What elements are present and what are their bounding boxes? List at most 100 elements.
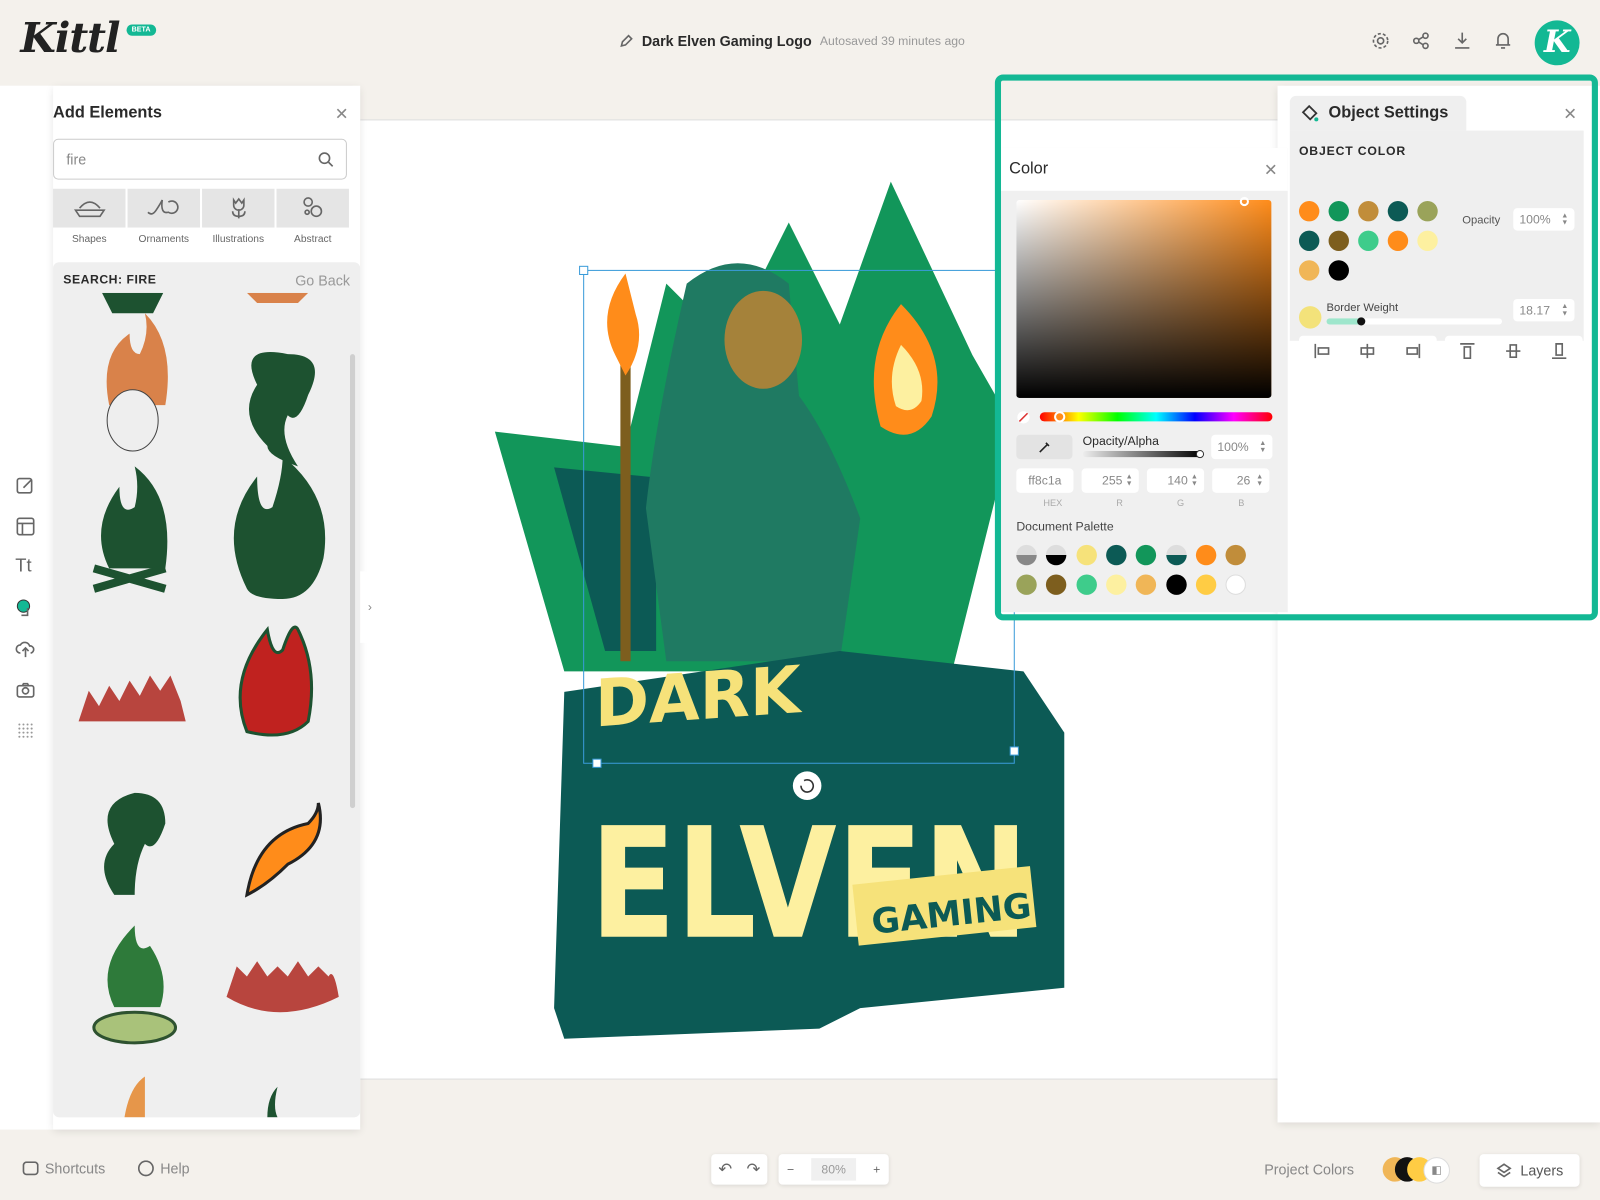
align-center-h-icon[interactable] (1345, 336, 1391, 367)
result-item-green-campfire[interactable] (92, 925, 178, 1045)
user-avatar[interactable]: K (1534, 20, 1580, 66)
red-input[interactable]: 255 ▲ ▼ (1081, 468, 1139, 493)
object-color-swatch[interactable] (1328, 230, 1349, 252)
palette-swatch[interactable] (1195, 544, 1217, 566)
redo-icon[interactable]: ↷ (746, 1159, 760, 1179)
bell-icon[interactable] (1493, 31, 1513, 51)
object-settings-tab[interactable]: Object Settings (1289, 95, 1467, 131)
result-item-smoke[interactable] (248, 352, 315, 467)
close-icon[interactable]: ✕ (335, 104, 349, 124)
search-input[interactable]: fire (53, 138, 347, 180)
align-left-icon[interactable] (1299, 336, 1345, 367)
result-item-smoke-2[interactable] (104, 792, 166, 895)
category-shapes[interactable]: Shapes (53, 188, 126, 245)
edit-icon[interactable] (15, 476, 35, 496)
palette-swatch[interactable] (1076, 544, 1097, 566)
green-value[interactable]: 140 (1167, 473, 1187, 487)
pattern-icon[interactable] (15, 720, 35, 740)
object-color-swatch[interactable] (1298, 230, 1320, 252)
result-item-fire-arc[interactable] (226, 961, 339, 1013)
collapse-panel-button[interactable]: › (360, 571, 380, 643)
palette-swatch[interactable] (1046, 544, 1067, 566)
palette-swatch[interactable] (1135, 574, 1157, 595)
blue-value[interactable]: 26 (1237, 473, 1251, 487)
search-icon[interactable] (317, 151, 334, 167)
no-color-icon[interactable] (1016, 410, 1030, 424)
palette-swatch[interactable] (1106, 574, 1127, 595)
result-item[interactable] (267, 1086, 278, 1118)
palette-swatch[interactable] (1135, 544, 1157, 566)
settings-icon[interactable] (1370, 31, 1390, 51)
eyedropper-button[interactable] (1016, 434, 1073, 460)
resize-handle[interactable] (579, 265, 589, 275)
help-button[interactable]: Help (137, 1160, 190, 1177)
scrollbar[interactable] (349, 354, 356, 809)
object-color-swatch[interactable] (1328, 201, 1349, 222)
palette-swatch[interactable] (1106, 544, 1127, 566)
pencil-icon[interactable] (619, 34, 633, 48)
layers-button[interactable]: Layers (1479, 1154, 1580, 1187)
alpha-value[interactable]: 100% (1217, 440, 1248, 454)
color-cursor[interactable] (1239, 196, 1249, 207)
border-weight-input[interactable]: 18.17 ▲ ▼ (1513, 298, 1575, 322)
layers-label[interactable]: Layers (1520, 1162, 1563, 1178)
red-value[interactable]: 255 (1102, 473, 1122, 487)
shortcuts-label[interactable]: Shortcuts (45, 1160, 105, 1176)
category-ornaments[interactable]: Ornaments (127, 188, 200, 245)
shortcuts-button[interactable]: Shortcuts (22, 1160, 105, 1177)
rotate-handle[interactable] (792, 771, 822, 800)
hue-slider[interactable] (1039, 411, 1273, 423)
align-bottom-icon[interactable] (1537, 336, 1583, 367)
undo-icon[interactable]: ↶ (718, 1159, 732, 1179)
project-colors-label[interactable]: Project Colors (1264, 1161, 1354, 1177)
result-item-red-fire[interactable] (238, 625, 314, 737)
align-right-icon[interactable] (1391, 336, 1437, 367)
close-icon[interactable]: ✕ (1563, 104, 1577, 124)
download-icon[interactable] (1452, 31, 1472, 51)
opacity-input[interactable]: 100% ▲ ▼ (1513, 208, 1575, 231)
opacity-value[interactable]: 100% (1519, 212, 1550, 226)
resize-handle[interactable] (1009, 746, 1019, 756)
green-input[interactable]: 140 ▲ ▼ (1146, 468, 1205, 493)
alpha-input[interactable]: 100% ▲ ▼ (1211, 434, 1273, 460)
object-color-swatch[interactable] (1298, 201, 1320, 222)
document-name[interactable]: Dark Elven Gaming Logo (642, 33, 812, 49)
object-color-swatch[interactable] (1358, 230, 1379, 252)
object-color-swatch[interactable] (1328, 260, 1349, 281)
text-icon[interactable]: Tt (15, 555, 31, 576)
resize-handle[interactable] (592, 758, 602, 768)
zoom-in-button[interactable]: + (873, 1162, 880, 1176)
zoom-out-button[interactable]: − (787, 1162, 794, 1176)
result-item-flame[interactable] (233, 456, 326, 599)
help-label[interactable]: Help (160, 1160, 189, 1176)
palette-swatch[interactable] (1165, 574, 1187, 595)
zoom-level[interactable]: 80% (811, 1158, 857, 1181)
align-top-icon[interactable] (1445, 336, 1491, 367)
palette-swatch[interactable] (1195, 574, 1217, 595)
border-weight-slider[interactable] (1326, 317, 1503, 326)
category-abstract[interactable]: Abstract (276, 188, 349, 245)
result-item[interactable] (124, 1076, 145, 1118)
share-icon[interactable] (1411, 31, 1431, 51)
object-color-swatch[interactable] (1417, 201, 1438, 222)
result-item-tree[interactable] (102, 292, 164, 314)
palette-swatch[interactable] (1016, 544, 1037, 566)
kittl-logo[interactable]: Kittl (20, 14, 120, 62)
palette-swatch[interactable] (1046, 574, 1067, 595)
object-color-swatch[interactable] (1417, 230, 1438, 252)
go-back-link[interactable]: Go Back (295, 272, 350, 288)
palette-edit-icon[interactable]: ◧ (1423, 1157, 1450, 1184)
result-item-flaming-skull[interactable] (106, 313, 168, 452)
blue-input[interactable]: 26 ▲ ▼ (1212, 468, 1270, 493)
hex-input[interactable]: ff8c1a (1016, 468, 1074, 493)
slider-thumb[interactable] (1357, 317, 1366, 326)
alpha-slider[interactable] (1082, 449, 1205, 459)
upload-icon[interactable] (15, 639, 35, 659)
hex-value[interactable]: ff8c1a (1028, 473, 1061, 487)
object-color-swatch[interactable] (1387, 201, 1409, 222)
project-colors-swatches[interactable]: ◧ (1382, 1157, 1454, 1184)
elements-icon[interactable] (15, 598, 35, 618)
palette-swatch[interactable] (1016, 574, 1037, 595)
category-illustrations[interactable]: Illustrations (202, 188, 275, 245)
object-color-swatch[interactable] (1298, 260, 1320, 281)
